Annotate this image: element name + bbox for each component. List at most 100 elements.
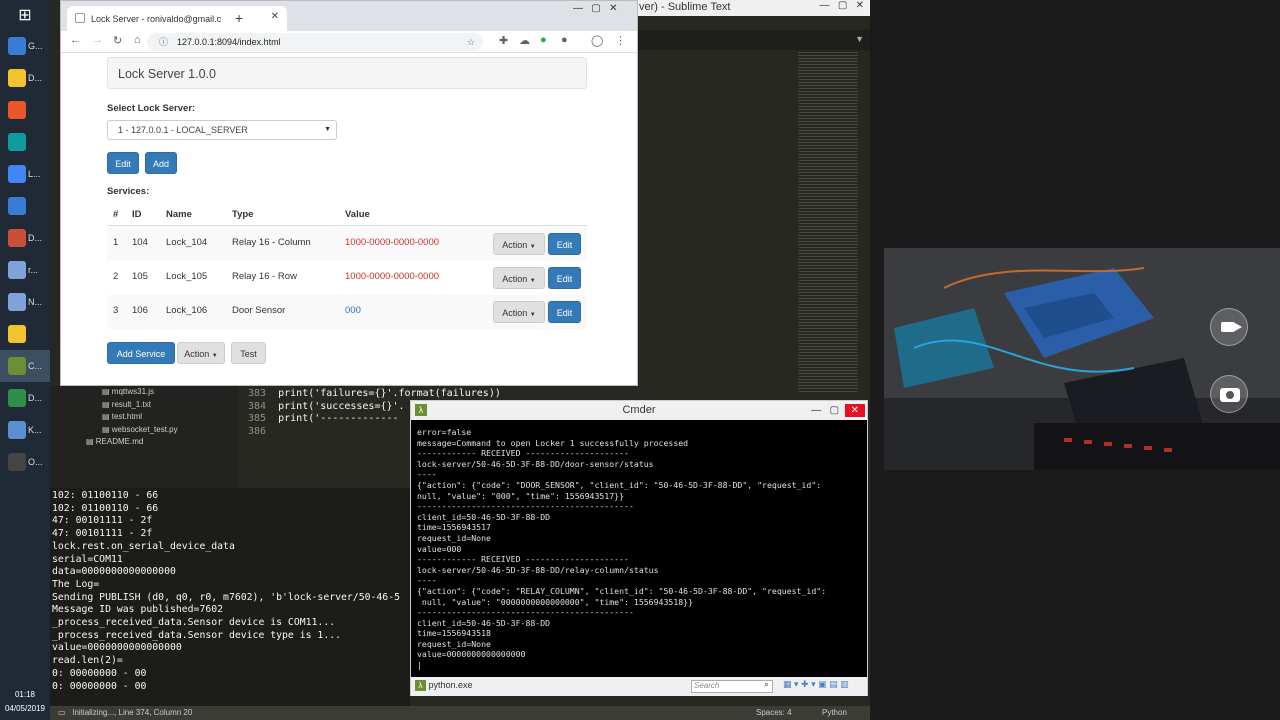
browser-tab[interactable]: Lock Server - ronivaldo@gmail.c ✕ — [67, 6, 287, 31]
add-server-button[interactable]: Add — [145, 152, 177, 174]
tab-title: Lock Server - ronivaldo@gmail.c — [91, 13, 222, 24]
app-icon — [8, 421, 26, 439]
taskbar-app-4[interactable] — [0, 126, 50, 158]
sidebar-file-item[interactable]: ▤ websocket_test.py — [50, 424, 238, 437]
taskbar-app-9[interactable]: N... — [0, 286, 50, 318]
row-id: 106 — [132, 305, 148, 316]
browser-toolbar: ⓘ 127.0.0.1:8094/index.html ☆ — [61, 31, 637, 53]
row-action-dropdown[interactable]: Action ▼ — [493, 301, 545, 323]
sublime-window-controls[interactable]: — ▢ ✕ — [820, 0, 865, 11]
row-id: 104 — [132, 237, 148, 248]
file-name: mqttws31.js — [111, 387, 155, 396]
sidebar-file-item[interactable]: ▤ test.html — [50, 411, 238, 424]
status-spaces[interactable]: Spaces: 4 — [756, 706, 792, 720]
taskbar-app-label: r... — [28, 265, 39, 275]
console-line: _process_received_data.Sensor device typ… — [52, 629, 342, 641]
profile-avatar-icon[interactable]: ◯ — [591, 34, 603, 47]
file-name: README.md — [95, 437, 144, 446]
caret-down-icon: ▼ — [211, 353, 218, 359]
cmder-output[interactable]: error=false message=Command to open Locke… — [417, 427, 863, 677]
windows-taskbar: ⊞ G... D... L... D... r... N... C... D... K... O.… — [0, 0, 50, 720]
footer-action-dropdown[interactable]: Action ▼ — [177, 342, 225, 364]
extension-cloud-icon[interactable]: ☁ — [519, 34, 530, 47]
new-tab-icon[interactable]: + — [235, 10, 243, 26]
taskbar-time: 01:18 — [14, 690, 36, 699]
sublime-minimap[interactable] — [798, 52, 858, 392]
sidebar-file-item[interactable]: ▤ mqttws31.js — [50, 386, 238, 399]
select-server-label: Select Lock Server: — [107, 103, 196, 114]
forward-arrow-icon[interactable]: → — [92, 34, 103, 46]
taskbar-app-12[interactable]: D... — [0, 382, 50, 414]
edit-server-button[interactable]: Edit — [107, 152, 139, 174]
taskbar-app-6[interactable] — [0, 190, 50, 222]
info-icon[interactable]: ⓘ — [159, 33, 168, 51]
row-action-dropdown[interactable]: Action ▼ — [493, 267, 545, 289]
taskbar-app-label: D... — [28, 233, 43, 243]
cmder-console-tab[interactable]: λ python.exe — [415, 680, 473, 691]
taskbar-app-13[interactable]: K... — [0, 414, 50, 446]
bookmark-star-icon[interactable]: ☆ — [467, 33, 475, 51]
chevron-down-icon[interactable]: ▼ — [855, 34, 864, 44]
taskbar-app-1[interactable]: G... — [0, 30, 50, 62]
taskbar-app-5[interactable]: L... — [0, 158, 50, 190]
taskbar-app-3[interactable] — [0, 94, 50, 126]
taskbar-app-7[interactable]: D... — [0, 222, 50, 254]
menu-kebab-icon[interactable]: ⋮ — [615, 34, 626, 47]
taskbar-app-2[interactable]: D... — [0, 62, 50, 94]
line-text: print('successes={}'. — [278, 400, 405, 412]
sublime-tab-bar: ▼ — [635, 30, 870, 50]
terminal-line: message=Command to open Locker 1 success… — [417, 437, 689, 448]
camera-icon[interactable] — [1210, 375, 1248, 413]
app-icon — [8, 197, 26, 215]
browser-window-controls[interactable]: — ▢ ✕ — [573, 3, 618, 14]
file-name: result_1.txt — [111, 399, 151, 409]
row-action-dropdown[interactable]: Action ▼ — [493, 233, 545, 255]
line-number: 386 — [248, 425, 267, 437]
hardware-photo — [884, 248, 1280, 470]
cmder-toolbar-icons[interactable]: ▦ ▾ ✚ ▾ ▣ ▤ ▥ — [783, 679, 849, 690]
file-name: test.html — [111, 412, 143, 421]
test-button[interactable]: Test — [231, 342, 266, 364]
sidebar-file-item[interactable]: ▤ README.md — [50, 436, 238, 449]
windows-start-icon[interactable]: ⊞ — [0, 0, 50, 30]
terminal-line: null, "value": "000", "time": 1556943517… — [417, 490, 625, 501]
sidebar-file-item[interactable]: ▤ result_1.txt — [50, 399, 238, 412]
lock-server-select[interactable]: 1 - 127.0.0.1 - LOCAL_SERVER ▼ — [107, 120, 337, 140]
console-line: read.len(2)= — [52, 655, 123, 667]
add-service-button[interactable]: Add Service — [107, 342, 175, 364]
taskbar-app-11[interactable]: C... — [0, 350, 50, 382]
line-text: print('failures={}'.format(failures)) — [278, 388, 501, 399]
url-text: 127.0.0.1:8094/index.html — [177, 37, 281, 47]
sublime-console-panel[interactable]: 102: 01100110 - 66 102: 01100110 - 66 47: … — [50, 488, 410, 706]
cmder-tab-label: python.exe — [428, 680, 473, 690]
cmder-window-controls[interactable]: — ▢ ✕ — [811, 401, 865, 420]
cmder-search-input[interactable]: Search — [691, 680, 773, 693]
status-language[interactable]: Python — [822, 706, 847, 720]
row-edit-button[interactable]: Edit — [548, 233, 581, 255]
line-number: 385 — [248, 413, 267, 424]
file-icon: ▤ — [102, 387, 112, 396]
extension-grammarly-icon[interactable]: ● — [540, 34, 547, 46]
address-bar[interactable]: ⓘ 127.0.0.1:8094/index.html ☆ — [147, 33, 483, 51]
row-edit-button[interactable]: Edit — [548, 267, 581, 289]
home-icon[interactable]: ⌂ — [134, 34, 141, 46]
lambda-icon: λ — [415, 680, 426, 691]
taskbar-app-10[interactable] — [0, 318, 50, 350]
app-icon — [8, 165, 26, 183]
app-icon — [8, 453, 26, 471]
taskbar-app-label: N... — [28, 297, 43, 307]
row-edit-button[interactable]: Edit — [548, 301, 581, 323]
taskbar-app-14[interactable]: O... — [0, 446, 50, 478]
back-arrow-icon[interactable]: ← — [70, 34, 81, 46]
reload-icon[interactable]: ↻ — [113, 34, 122, 47]
extension-icon[interactable]: ● — [561, 34, 568, 46]
taskbar-app-8[interactable]: r... — [0, 254, 50, 286]
action-label: Action — [502, 240, 528, 250]
extension-puzzle-icon[interactable]: ✚ — [499, 34, 508, 47]
terminal-line: time=1556943518 — [417, 628, 491, 639]
close-tab-icon[interactable]: ✕ — [271, 11, 279, 22]
console-line: 0: 00000000 - 00 — [52, 667, 147, 679]
video-camera-icon[interactable] — [1210, 308, 1248, 346]
terminal-line: value=000 — [417, 543, 462, 554]
search-icon[interactable]: ⌕ — [764, 679, 769, 690]
